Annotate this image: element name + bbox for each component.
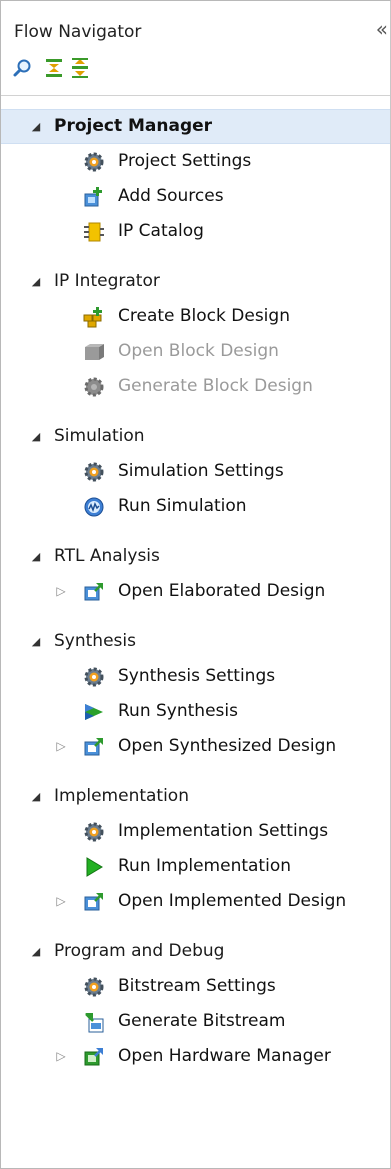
gear-icon bbox=[83, 151, 105, 173]
section-simulation[interactable]: ◢ Simulation bbox=[1, 419, 390, 454]
item-open-elaborated-design[interactable]: ▷ Open Elaborated Design bbox=[1, 574, 390, 609]
item-label: Project Settings bbox=[118, 151, 252, 171]
item-label: Create Block Design bbox=[118, 306, 290, 326]
item-synthesis-settings[interactable]: Synthesis Settings bbox=[1, 659, 390, 694]
item-bitstream-settings[interactable]: Bitstream Settings bbox=[1, 969, 390, 1004]
generate-bitstream-icon bbox=[83, 1011, 105, 1033]
item-open-block-design: Open Block Design bbox=[1, 334, 390, 369]
flow-navigator-panel: Flow Navigator « ◢ Project Manager Proje… bbox=[0, 0, 391, 1169]
section-title: Synthesis bbox=[54, 631, 136, 651]
item-create-block-design[interactable]: Create Block Design bbox=[1, 299, 390, 334]
open-design-icon bbox=[83, 891, 105, 913]
item-label: Open Block Design bbox=[118, 341, 279, 361]
section-program-and-debug[interactable]: ◢ Program and Debug bbox=[1, 934, 390, 969]
collapse-all-icon[interactable] bbox=[43, 57, 65, 79]
expanded-triangle-icon[interactable]: ◢ bbox=[29, 110, 43, 143]
section-title: Implementation bbox=[54, 786, 189, 806]
item-label: Run Synthesis bbox=[118, 701, 238, 721]
section-rtl-analysis[interactable]: ◢ RTL Analysis bbox=[1, 539, 390, 574]
item-generate-bitstream[interactable]: Generate Bitstream bbox=[1, 1004, 390, 1039]
add-sources-icon bbox=[83, 186, 105, 208]
item-label: Generate Bitstream bbox=[118, 1011, 286, 1031]
item-label: Synthesis Settings bbox=[118, 666, 276, 686]
expanded-triangle-icon[interactable]: ◢ bbox=[29, 779, 43, 814]
play-icon bbox=[83, 856, 105, 878]
open-block-icon bbox=[83, 341, 105, 363]
item-label: Simulation Settings bbox=[118, 461, 284, 481]
gear-icon bbox=[83, 461, 105, 483]
item-generate-block-design: Generate Block Design bbox=[1, 369, 390, 404]
ip-catalog-icon bbox=[83, 221, 105, 243]
section-title: Project Manager bbox=[54, 116, 213, 136]
collapsed-triangle-icon[interactable]: ▷ bbox=[54, 729, 68, 764]
item-label: Bitstream Settings bbox=[118, 976, 276, 996]
item-add-sources[interactable]: Add Sources bbox=[1, 179, 390, 214]
expanded-triangle-icon[interactable]: ◢ bbox=[29, 624, 43, 659]
open-design-icon bbox=[83, 736, 105, 758]
item-label: Open Synthesized Design bbox=[118, 736, 337, 756]
item-ip-catalog[interactable]: IP Catalog bbox=[1, 214, 390, 249]
item-label: IP Catalog bbox=[118, 221, 204, 241]
section-synthesis[interactable]: ◢ Synthesis bbox=[1, 624, 390, 659]
item-label: Open Implemented Design bbox=[118, 891, 347, 911]
item-open-implemented-design[interactable]: ▷ Open Implemented Design bbox=[1, 884, 390, 919]
collapsed-triangle-icon[interactable]: ▷ bbox=[54, 884, 68, 919]
item-run-simulation[interactable]: Run Simulation bbox=[1, 489, 390, 524]
section-implementation[interactable]: ◢ Implementation bbox=[1, 779, 390, 814]
item-open-synthesized-design[interactable]: ▷ Open Synthesized Design bbox=[1, 729, 390, 764]
item-label: Open Elaborated Design bbox=[118, 581, 326, 601]
item-open-hardware-manager[interactable]: ▷ Open Hardware Manager bbox=[1, 1039, 390, 1074]
expanded-triangle-icon[interactable]: ◢ bbox=[29, 934, 43, 969]
expanded-triangle-icon[interactable]: ◢ bbox=[29, 539, 43, 574]
item-label: Run Implementation bbox=[118, 856, 291, 876]
search-icon[interactable] bbox=[12, 57, 34, 79]
item-implementation-settings[interactable]: Implementation Settings bbox=[1, 814, 390, 849]
run-synthesis-icon bbox=[83, 701, 105, 723]
panel-title: Flow Navigator bbox=[14, 22, 142, 42]
section-ip-integrator[interactable]: ◢ IP Integrator bbox=[1, 264, 390, 299]
open-design-icon bbox=[83, 581, 105, 603]
expanded-triangle-icon[interactable]: ◢ bbox=[29, 264, 43, 299]
gear-icon bbox=[83, 821, 105, 843]
gear-icon bbox=[83, 976, 105, 998]
panel-header: Flow Navigator « bbox=[1, 1, 390, 43]
item-label: Generate Block Design bbox=[118, 376, 313, 396]
flow-tree: ◢ Project Manager Project Settings Add S… bbox=[1, 109, 390, 1074]
section-title: Program and Debug bbox=[54, 941, 225, 961]
item-label: Implementation Settings bbox=[118, 821, 329, 841]
item-simulation-settings[interactable]: Simulation Settings bbox=[1, 454, 390, 489]
expand-all-icon[interactable] bbox=[69, 57, 91, 79]
run-simulation-icon bbox=[83, 496, 105, 518]
section-title: IP Integrator bbox=[54, 271, 160, 291]
item-label: Add Sources bbox=[118, 186, 224, 206]
item-label: Open Hardware Manager bbox=[118, 1046, 331, 1066]
expanded-triangle-icon[interactable]: ◢ bbox=[29, 419, 43, 454]
collapsed-triangle-icon[interactable]: ▷ bbox=[54, 574, 68, 609]
gear-icon bbox=[83, 666, 105, 688]
section-project-manager[interactable]: ◢ Project Manager bbox=[1, 109, 390, 144]
item-label: Run Simulation bbox=[118, 496, 247, 516]
toolbar-divider bbox=[1, 95, 390, 96]
generate-block-icon bbox=[83, 376, 105, 398]
open-hardware-icon bbox=[83, 1046, 105, 1068]
section-title: Simulation bbox=[54, 426, 145, 446]
create-block-icon bbox=[83, 306, 105, 328]
item-run-synthesis[interactable]: Run Synthesis bbox=[1, 694, 390, 729]
collapse-panel-button[interactable]: « bbox=[376, 19, 388, 39]
section-title: RTL Analysis bbox=[54, 546, 160, 566]
item-run-implementation[interactable]: Run Implementation bbox=[1, 849, 390, 884]
item-project-settings[interactable]: Project Settings bbox=[1, 144, 390, 179]
collapsed-triangle-icon[interactable]: ▷ bbox=[54, 1039, 68, 1074]
